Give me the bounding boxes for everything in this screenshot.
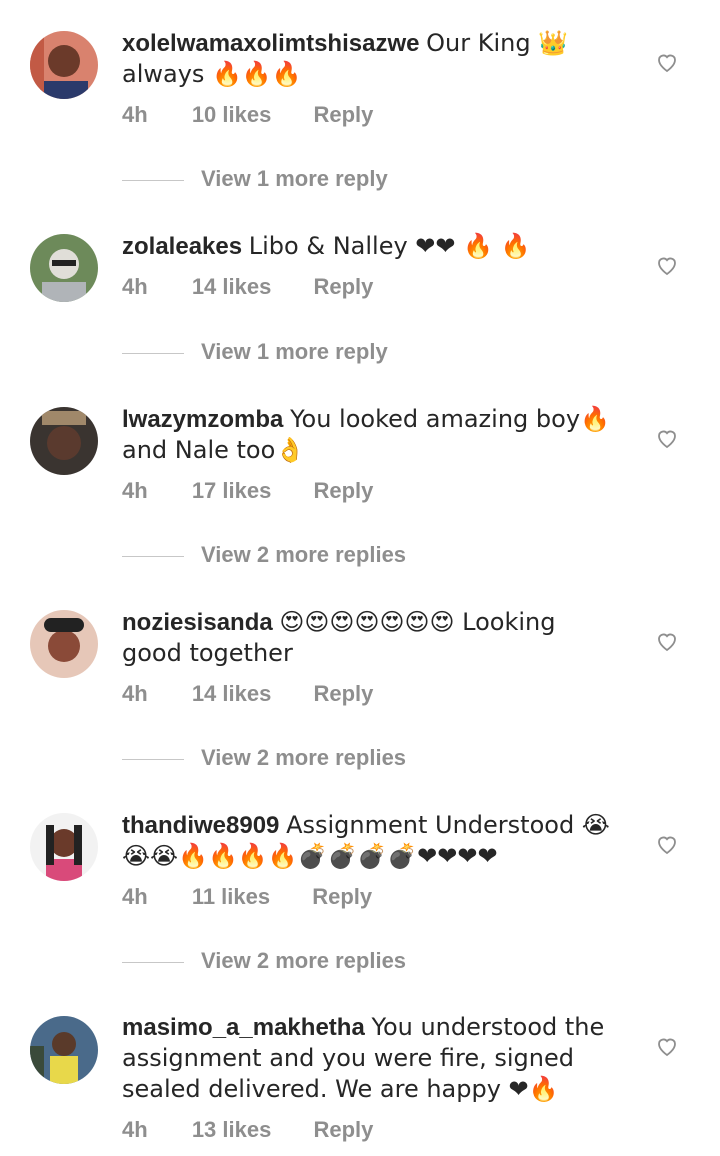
reply-button[interactable]: Reply — [312, 884, 372, 909]
comment-username[interactable]: thandiwe8909 — [122, 812, 279, 839]
reply-button[interactable]: Reply — [313, 1117, 373, 1142]
divider-line — [122, 555, 184, 557]
comment-likes[interactable]: 14 likes — [192, 274, 272, 299]
reply-button[interactable]: Reply — [313, 478, 373, 503]
avatar[interactable] — [30, 234, 98, 302]
heart-outline-icon[interactable] — [655, 629, 679, 653]
view-replies[interactable]: View 1 more reply — [122, 339, 388, 365]
avatar[interactable] — [30, 610, 98, 678]
view-replies-label: View 1 more reply — [201, 166, 388, 191]
comment-username[interactable]: noziesisanda — [122, 609, 273, 636]
view-replies[interactable]: View 2 more replies — [122, 745, 406, 771]
comment-meta: 4h 14 likes Reply — [122, 681, 409, 707]
divider-line — [122, 758, 184, 760]
comment-body: lwazymzomba You looked amazing boy🔥 and … — [122, 404, 622, 466]
comment-likes[interactable]: 14 likes — [192, 681, 272, 706]
comment-likes[interactable]: 11 likes — [192, 884, 270, 909]
divider-line — [122, 961, 184, 963]
comment-username[interactable]: lwazymzomba — [122, 406, 283, 433]
divider-line — [122, 352, 184, 354]
comment-time: 4h — [122, 102, 148, 127]
comment-username[interactable]: zolaleakes — [122, 233, 242, 260]
view-replies[interactable]: View 2 more replies — [122, 542, 406, 568]
comment-body: xolelwamaxolimtshisazwe Our King 👑 alway… — [122, 28, 622, 90]
comment-meta: 4h 13 likes Reply — [122, 1117, 409, 1143]
view-replies-label: View 1 more reply — [201, 339, 388, 364]
comment-body: zolaleakes Libo & Nalley ❤❤ 🔥 🔥 — [122, 231, 622, 262]
comment-time: 4h — [122, 681, 148, 706]
comment-time: 4h — [122, 884, 148, 909]
comment-time: 4h — [122, 478, 148, 503]
comment-username[interactable]: masimo_a_makhetha — [122, 1014, 365, 1041]
heart-outline-icon[interactable] — [655, 832, 679, 856]
comment-username[interactable]: xolelwamaxolimtshisazwe — [122, 30, 419, 57]
reply-button[interactable]: Reply — [313, 274, 373, 299]
comment-time: 4h — [122, 1117, 148, 1142]
heart-outline-icon[interactable] — [655, 1034, 679, 1058]
avatar[interactable] — [30, 407, 98, 475]
comment-likes[interactable]: 13 likes — [192, 1117, 272, 1142]
comment-likes[interactable]: 10 likes — [192, 102, 272, 127]
comment-body: thandiwe8909 Assignment Understood 😭😭😭🔥🔥… — [122, 810, 622, 872]
comment-likes[interactable]: 17 likes — [192, 478, 272, 503]
comment-time: 4h — [122, 274, 148, 299]
avatar[interactable] — [30, 31, 98, 99]
view-replies[interactable]: View 2 more replies — [122, 948, 406, 974]
avatar[interactable] — [30, 813, 98, 881]
divider-line — [122, 179, 184, 181]
comment-meta: 4h 17 likes Reply — [122, 478, 409, 504]
view-replies[interactable]: View 1 more reply — [122, 166, 388, 192]
reply-button[interactable]: Reply — [313, 681, 373, 706]
comment-body: noziesisanda 😍😍😍😍😍😍😍 Looking good togeth… — [122, 607, 622, 669]
avatar[interactable] — [30, 1016, 98, 1084]
view-replies-label: View 2 more replies — [201, 542, 407, 567]
heart-outline-icon[interactable] — [655, 50, 679, 74]
heart-outline-icon[interactable] — [655, 426, 679, 450]
heart-outline-icon[interactable] — [655, 253, 679, 277]
comment-meta: 4h 11 likes Reply — [122, 884, 408, 910]
comment-body: masimo_a_makhetha You understood the ass… — [122, 1012, 622, 1105]
comment-text: Libo & Nalley ❤❤ 🔥 🔥 — [248, 232, 531, 260]
view-replies-label: View 2 more replies — [201, 745, 407, 770]
reply-button[interactable]: Reply — [313, 102, 373, 127]
comment-meta: 4h 14 likes Reply — [122, 274, 409, 300]
comment-meta: 4h 10 likes Reply — [122, 102, 409, 128]
view-replies-label: View 2 more replies — [201, 948, 407, 973]
